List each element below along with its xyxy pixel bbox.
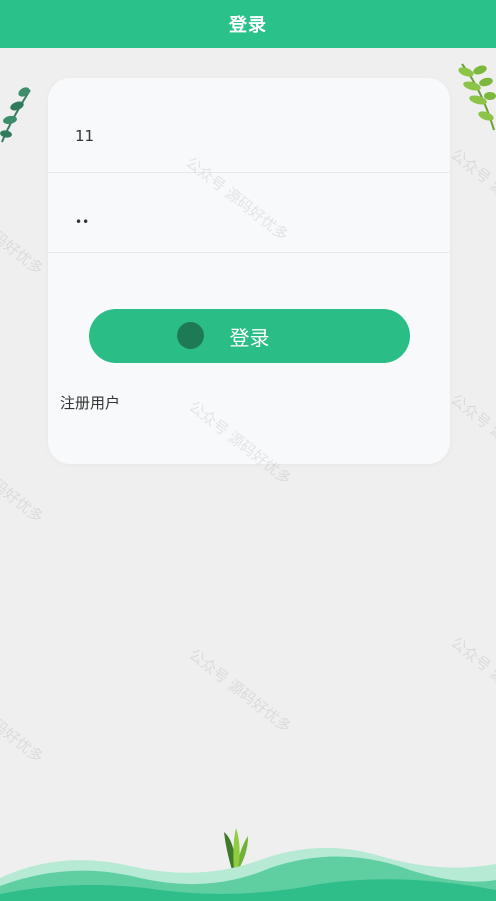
loading-dot-icon bbox=[177, 322, 204, 349]
page-title: 登录 bbox=[229, 15, 267, 36]
login-button[interactable]: 登录 bbox=[89, 309, 410, 363]
login-button-label: 登录 bbox=[229, 325, 270, 350]
username-input[interactable] bbox=[75, 123, 415, 149]
hills-decoration bbox=[0, 847, 496, 901]
register-link[interactable]: 注册用户 bbox=[60, 392, 120, 413]
watermark: 公众号 源码好优多 bbox=[447, 633, 496, 725]
watermark: 公众号 源码好优多 bbox=[0, 187, 47, 279]
leaf-decoration-icon bbox=[0, 87, 31, 143]
watermark: 公众号 源码好优多 bbox=[447, 145, 496, 237]
login-card: 登录 注册用户 bbox=[48, 78, 450, 464]
password-field-row bbox=[48, 173, 450, 253]
password-input[interactable] bbox=[75, 209, 415, 235]
watermark: 公众号 源码好优多 bbox=[185, 645, 295, 737]
watermark: 公众号 源码好优多 bbox=[0, 675, 47, 767]
app-header: 登录 bbox=[0, 0, 496, 48]
watermark: 公众号 源码好优多 bbox=[0, 435, 47, 527]
leaf-decoration-icon bbox=[458, 63, 496, 131]
watermark: 公众号 源码好优多 bbox=[447, 390, 496, 482]
username-field-row bbox=[48, 93, 450, 173]
